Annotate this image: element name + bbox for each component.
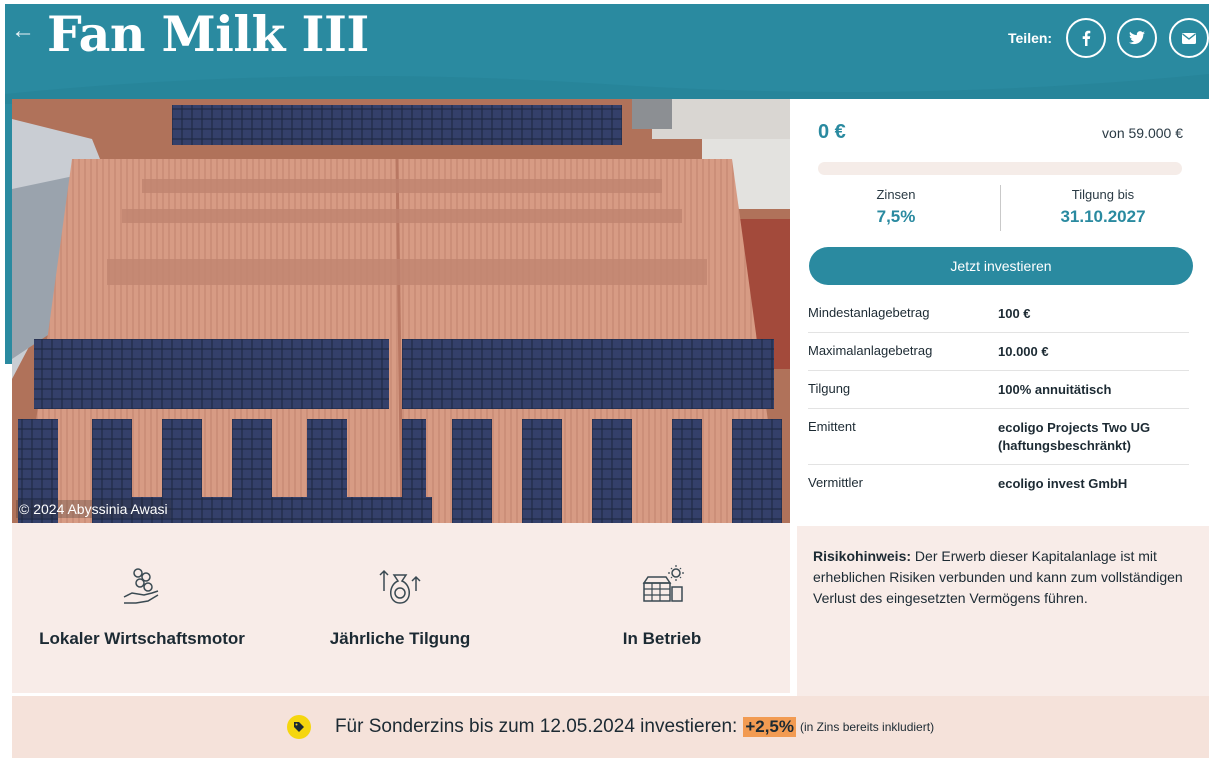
detail-key: Emittent — [808, 419, 856, 434]
solar-panel-sun-icon — [642, 565, 684, 602]
feature-label: Lokaler Wirtschaftsmotor — [39, 629, 245, 648]
photo-credit: © 2024 Abyssinia Awasi — [16, 500, 171, 518]
detail-key: Maximalanlagebetrag — [808, 343, 933, 358]
promo-banner: Für Sonderzins bis zum 12.05.2024 invest… — [12, 696, 1209, 758]
feature-annual-repayment: Jährliche Tilgung — [290, 563, 510, 650]
share-email-button[interactable] — [1169, 18, 1209, 58]
detail-row: Vermittler ecoligo invest GmbH — [808, 465, 1189, 502]
header-wave — [5, 74, 1209, 104]
detail-row: Maximalanlagebetrag 10.000 € — [808, 333, 1189, 371]
interest-stat: Zinsen 7,5% — [805, 187, 987, 227]
feature-label: In Betrieb — [622, 629, 702, 648]
coins-hand-icon — [123, 568, 159, 604]
twitter-icon — [1129, 31, 1145, 45]
risk-notice: Risikohinweis: Der Erwerb dieser Kapital… — [797, 526, 1209, 696]
promo-text: Für Sonderzins bis zum 12.05.2024 invest… — [334, 716, 738, 737]
detail-value: 10.000 € — [998, 344, 1049, 359]
facebook-icon — [1082, 30, 1091, 46]
detail-value: ecoligo invest GmbH — [998, 476, 1128, 491]
share-twitter-button[interactable] — [1117, 18, 1157, 58]
detail-value: 100% annuitätisch — [998, 382, 1112, 397]
funding-goal: von 59.000 € — [1102, 125, 1183, 141]
detail-row: Mindestanlagebetrag 100 € — [808, 295, 1189, 333]
share-label: Teilen: — [1008, 30, 1053, 46]
solar-roof-illustration — [12, 99, 790, 523]
detail-key: Tilgung — [808, 381, 851, 396]
detail-value: ecoligo Projects Two UG (haftungsbeschrä… — [998, 420, 1151, 453]
repayment-stat: Tilgung bis 31.10.2027 — [1012, 187, 1194, 227]
page-title: Fan Milk III — [47, 5, 369, 63]
tag-icon — [286, 715, 311, 739]
interest-value: 7,5% — [876, 207, 916, 226]
detail-value: 100 € — [998, 306, 1031, 321]
stat-divider — [1000, 185, 1001, 231]
details-list: Mindestanlagebetrag 100 € Maximalanlageb… — [808, 295, 1189, 502]
feature-in-operation: In Betrieb — [552, 563, 772, 650]
repayment-value: 31.10.2027 — [1060, 207, 1146, 226]
invest-now-button[interactable]: Jetzt investieren — [809, 247, 1193, 285]
interest-label: Zinsen — [876, 187, 916, 202]
share-facebook-button[interactable] — [1066, 18, 1106, 58]
funded-amount: 0 € — [818, 121, 846, 143]
tag-glyph-icon — [293, 722, 304, 732]
promo-note: (in Zins bereits inkludiert) — [800, 720, 935, 734]
risk-title: Risikohinweis: — [813, 548, 912, 564]
detail-row: Tilgung 100% annuitätisch — [808, 371, 1189, 409]
feature-local-economy: Lokaler Wirtschaftsmotor — [32, 563, 252, 650]
repayment-label: Tilgung bis — [1071, 187, 1135, 202]
project-photo: © 2024 Abyssinia Awasi — [12, 99, 790, 523]
detail-row: Emittent ecoligo Projects Two UG (haftun… — [808, 409, 1189, 465]
detail-key: Vermittler — [808, 475, 863, 490]
email-icon — [1182, 32, 1196, 44]
funding-progress-bar — [818, 162, 1182, 175]
features-panel: Lokaler Wirtschaftsmotor Jährliche Tilgu… — [12, 523, 790, 693]
feature-label: Jährliche Tilgung — [329, 629, 471, 648]
promo-bonus: +2,5% — [743, 717, 797, 737]
back-arrow-icon[interactable]: ← — [11, 19, 35, 43]
funding-card: 0 € von 59.000 € Zinsen 7,5% Tilgung bis… — [790, 99, 1209, 523]
money-bag-arrows-icon — [379, 569, 421, 604]
detail-key: Mindestanlagebetrag — [808, 305, 930, 320]
